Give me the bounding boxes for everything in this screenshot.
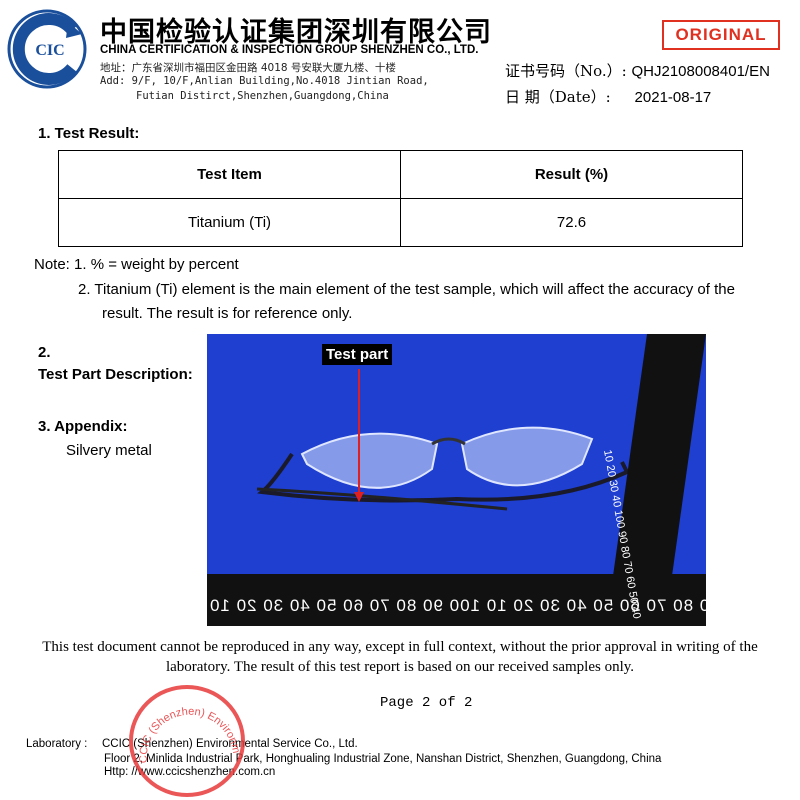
report-date: 日 期（Date）: 2021-08-17 xyxy=(505,86,711,107)
address-en-2: Futian Distirct,Shenzhen,Guangdong,China xyxy=(136,90,389,102)
column-header: Test Item xyxy=(58,150,401,199)
appendix-heading: 3. Appendix: xyxy=(38,418,128,435)
section-2-number: 2. xyxy=(38,344,51,361)
cert-number: 证书号码（No.）: QHJ2108008401/EN xyxy=(505,60,770,81)
appendix-value: Silvery metal xyxy=(66,442,152,459)
table-row: Titanium (Ti) 72.6 xyxy=(58,198,743,247)
note-2-cont: result. The result is for reference only… xyxy=(102,305,353,322)
column-header: Result (%) xyxy=(400,150,743,199)
page-number: Page 2 of 2 xyxy=(380,695,473,711)
note-2: 2. Titanium (Ti) element is the main ele… xyxy=(78,281,735,298)
table-cell: Titanium (Ti) xyxy=(58,198,401,247)
svg-text:CCIC (Shenzhen) Environmental: CCIC (Shenzhen) Environmental Service Co… xyxy=(125,683,242,763)
table-header: Test Item Result (%) xyxy=(58,150,743,199)
date-label: 日 期（Date）: xyxy=(505,88,611,106)
cic-logo: CIC xyxy=(7,9,87,89)
disclaimer-line-1: This test document cannot be reproduced … xyxy=(42,639,758,655)
laboratory-label: Laboratory : xyxy=(26,738,88,750)
disclaimer-line-2: laboratory. The result of this test repo… xyxy=(165,659,635,675)
date-value: 2021-08-17 xyxy=(634,89,712,106)
cert-label: 证书号码（No.）: xyxy=(505,62,627,80)
original-badge: ORIGINAL xyxy=(662,20,780,50)
address-cn: 地址：广东省深圳市福田区金田路 4018 号安联大厦九楼、十楼 xyxy=(100,62,396,74)
sample-photo: Test part 0 80 70 60 50 40 30 20 10 100 … xyxy=(207,334,706,626)
result-table: Test Item Result (%) Titanium (Ti) 72.6 xyxy=(58,150,743,247)
note-1: Note: 1. % = weight by percent xyxy=(34,256,239,273)
official-stamp: CCIC (Shenzhen) Environmental Service Co… xyxy=(125,683,245,797)
address-en-1: Add: 9/F, 10/F,Anlian Building,No.4018 J… xyxy=(100,75,429,87)
table-cell: 72.6 xyxy=(400,198,743,247)
company-name-en: CHINA CERTIFICATION & INSPECTION GROUP S… xyxy=(100,44,479,56)
cert-value: QHJ2108008401/EN xyxy=(631,63,770,80)
svg-text:CIC: CIC xyxy=(35,42,64,59)
test-part-label: Test part xyxy=(322,344,393,365)
test-part-heading: Test Part Description: xyxy=(38,366,193,383)
test-result-heading: 1. Test Result: xyxy=(38,125,140,142)
